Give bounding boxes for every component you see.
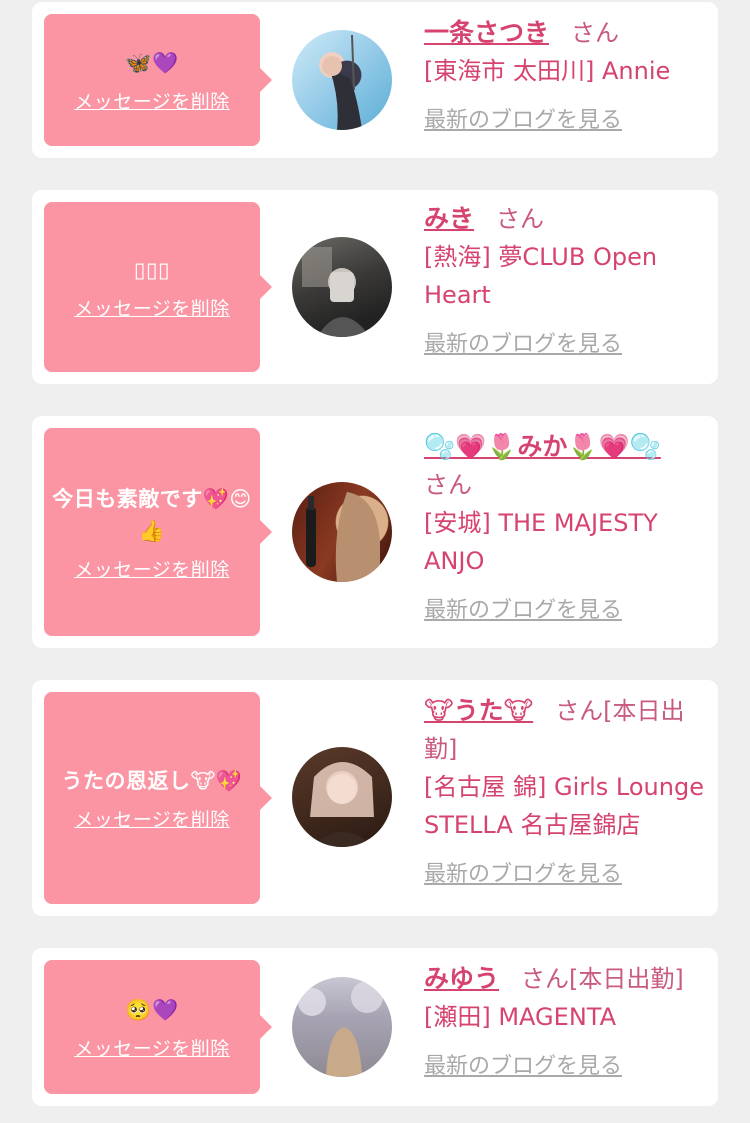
latest-blog-link[interactable]: 最新のブログを見る [424, 856, 622, 888]
latest-blog-link[interactable]: 最新のブログを見る [424, 102, 622, 134]
delete-message-link[interactable]: メッセージを削除 [74, 805, 230, 832]
message-bubble: うたの恩返し🐮💖 メッセージを削除 [44, 692, 272, 904]
delete-message-link[interactable]: メッセージを削除 [74, 1034, 230, 1061]
delete-message-link[interactable]: メッセージを削除 [74, 555, 230, 582]
shop-name: [名古屋 錦] Girls Lounge STELLA 名古屋錦店 [424, 773, 704, 839]
avatar[interactable] [292, 30, 392, 130]
cast-name-link[interactable]: 🫧💗🌷みか🌷💗🫧 [424, 432, 661, 461]
message-card: 🦋💜 メッセージを削除 一条さつき さん [東海市 太田川] Annie 最新のブ… [32, 2, 718, 158]
honorific: さん [424, 471, 472, 499]
cast-info: 一条さつき さん [東海市 太田川] Annie 最新のブログを見る [424, 14, 704, 134]
message-bubble: 🦋💜 メッセージを削除 [44, 14, 272, 146]
avatar[interactable] [292, 482, 392, 582]
shop-name: [瀬田] MAGENTA [424, 1003, 616, 1031]
latest-blog-link[interactable]: 最新のブログを見る [424, 592, 622, 624]
honorific: さん[本日出勤] [521, 965, 684, 993]
delete-message-link[interactable]: メッセージを削除 [74, 294, 230, 321]
message-bubble: 🥺💜 メッセージを削除 [44, 960, 272, 1094]
honorific: さん [571, 19, 620, 47]
message-text: 🦋💜 [125, 50, 179, 75]
message-text: うたの恩返し🐮💖 [61, 768, 243, 793]
cast-name-link[interactable]: 一条さつき [424, 18, 549, 47]
message-card: ▯▯▯ メッセージを削除 みき さん [熱海] 夢CLUB Open Heart … [32, 190, 718, 384]
cast-info: みゆう さん[本日出勤] [瀬田] MAGENTA 最新のブログを見る [424, 960, 704, 1080]
cast-info: 🫧💗🌷みか🌷💗🫧 さん [安城] THE MAJESTY ANJO 最新のブログを… [424, 428, 704, 624]
cast-name-link[interactable]: 🐮うた🐮 [424, 696, 533, 725]
message-bubble: ▯▯▯ メッセージを削除 [44, 202, 272, 372]
cast-info: みき さん [熱海] 夢CLUB Open Heart 最新のブログを見る [424, 200, 704, 358]
avatar[interactable] [292, 747, 392, 847]
cast-info: 🐮うた🐮 さん[本日出勤] [名古屋 錦] Girls Lounge STELLA… [424, 692, 704, 888]
cast-name-link[interactable]: みゆう [424, 964, 499, 993]
latest-blog-link[interactable]: 最新のブログを見る [424, 1048, 622, 1080]
honorific: さん [496, 205, 545, 233]
avatar[interactable] [292, 977, 392, 1077]
message-text: 今日も素敵です💖😊👍 [52, 486, 252, 543]
message-bubble: 今日も素敵です💖😊👍 メッセージを削除 [44, 428, 272, 636]
message-text: 🥺💜 [125, 997, 179, 1022]
message-card: 🥺💜 メッセージを削除 みゆう さん[本日出勤] [瀬田] MAGENTA 最新の… [32, 948, 718, 1106]
delete-message-link[interactable]: メッセージを削除 [74, 87, 230, 114]
shop-name: [東海市 太田川] Annie [424, 57, 671, 85]
cast-name-link[interactable]: みき [424, 204, 474, 233]
message-card: うたの恩返し🐮💖 メッセージを削除 🐮うた🐮 さん[本日出勤] [名古屋 錦] G… [32, 680, 718, 916]
latest-blog-link[interactable]: 最新のブログを見る [424, 326, 622, 358]
message-card: 今日も素敵です💖😊👍 メッセージを削除 🫧💗🌷みか🌷💗🫧 さん [安城] THE … [32, 416, 718, 648]
avatar[interactable] [292, 237, 392, 337]
message-text: ▯▯▯ [133, 257, 171, 282]
shop-name: [安城] THE MAJESTY ANJO [424, 509, 658, 575]
shop-name: [熱海] 夢CLUB Open Heart [424, 243, 658, 309]
